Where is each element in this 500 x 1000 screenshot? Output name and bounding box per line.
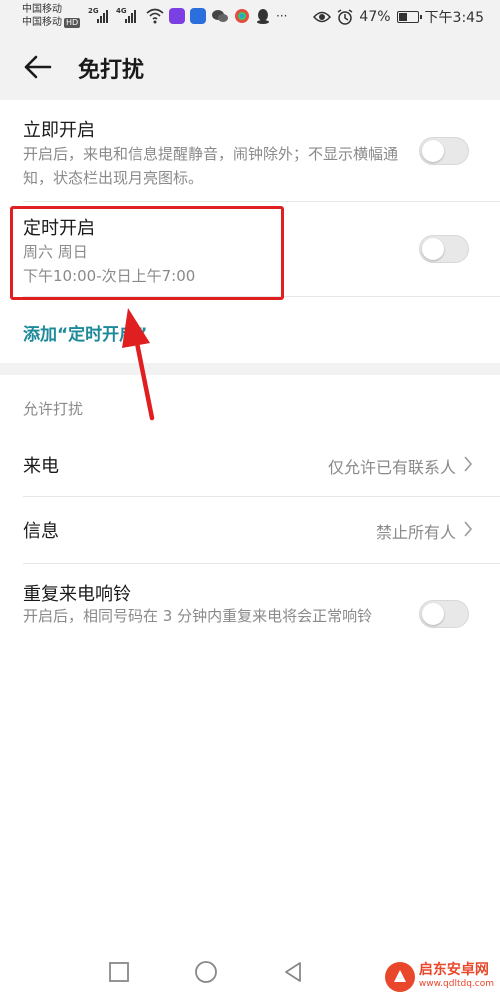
carrier-info: 中国移动 中国移动 HD [22, 3, 81, 29]
page-title: 免打扰 [78, 58, 145, 83]
recent-apps-icon[interactable] [106, 959, 132, 985]
wifi-icon [146, 8, 164, 24]
battery-percent: 47% [359, 9, 391, 25]
toggle-knob [422, 238, 444, 260]
watermark-logo-icon [384, 962, 415, 992]
battery-icon [396, 11, 422, 23]
repeat-call-row[interactable]: 重复来电响铃 开启后，相同号码在 3 分钟内重复来电将会正常响铃 [0, 564, 500, 664]
highlight-box [10, 206, 284, 300]
watermark: 启东安卓网 www.qdltdq.com [384, 962, 494, 992]
eye-comfort-icon [313, 11, 332, 23]
shield-app-icon [190, 8, 206, 24]
notification-icons: ··· [146, 8, 287, 24]
toggle-knob [422, 140, 444, 162]
more-notifications-icon: ··· [276, 9, 288, 23]
immediate-row[interactable]: 立即开启 开启后，来电和信息提醒静音，闹钟除外；不显示横幅通知，状态栏出现月亮图… [0, 100, 500, 202]
home-icon[interactable] [193, 959, 219, 985]
repeat-call-toggle[interactable] [419, 600, 469, 628]
immediate-title: 立即开启 [23, 120, 95, 141]
messages-title: 信息 [23, 521, 59, 542]
wechat-icon [212, 10, 228, 22]
back-nav-icon[interactable] [280, 959, 306, 985]
signal-2-icon: 4G [116, 7, 140, 23]
chevron-right-icon [464, 521, 473, 537]
status-bar: 中国移动 中国移动 HD 2G 4G ··· 47% 下午3:45 [0, 0, 500, 34]
chevron-right-icon [464, 456, 473, 472]
battery-level-fill [398, 13, 407, 21]
status-right: 47% 下午3:45 [313, 7, 484, 27]
section-gap [0, 363, 500, 375]
carrier-1: 中国移动 [22, 4, 62, 15]
clock: 下午3:45 [424, 10, 484, 26]
alarm-icon [338, 9, 353, 25]
scheduled-toggle[interactable] [419, 235, 469, 263]
qq-icon [257, 9, 269, 24]
calls-title: 来电 [23, 456, 59, 477]
toggle-knob [422, 603, 444, 625]
watermark-url: www.qdltdq.com [418, 979, 494, 989]
video-app-icon [169, 8, 185, 24]
immediate-description: 开启后，来电和信息提醒静音，闹钟除外；不显示横幅通知，状态栏出现月亮图标。 [23, 145, 399, 187]
watermark-name: 启东安卓网 [418, 962, 489, 978]
allow-section-label: 允许打扰 [23, 400, 84, 418]
back-arrow-icon[interactable] [22, 54, 52, 80]
carrier-2: 中国移动 [22, 17, 62, 28]
calls-value: 仅允许已有联系人 [327, 458, 456, 477]
messages-row[interactable]: 信息 禁止所有人 [0, 497, 500, 563]
messages-value: 禁止所有人 [375, 523, 456, 542]
app-bar: 免打扰 [0, 34, 500, 100]
repeat-call-description: 开启后，相同号码在 3 分钟内重复来电将会正常响铃 [23, 607, 373, 625]
signal-1-icon: 2G [88, 7, 112, 23]
browser-app-icon [235, 9, 249, 23]
immediate-toggle[interactable] [419, 137, 469, 165]
calls-row[interactable]: 来电 仅允许已有联系人 [0, 432, 500, 496]
add-schedule-link[interactable]: 添加“定时开启” [23, 320, 147, 345]
repeat-call-title: 重复来电响铃 [23, 584, 131, 605]
hd-badge: HD [64, 18, 81, 28]
